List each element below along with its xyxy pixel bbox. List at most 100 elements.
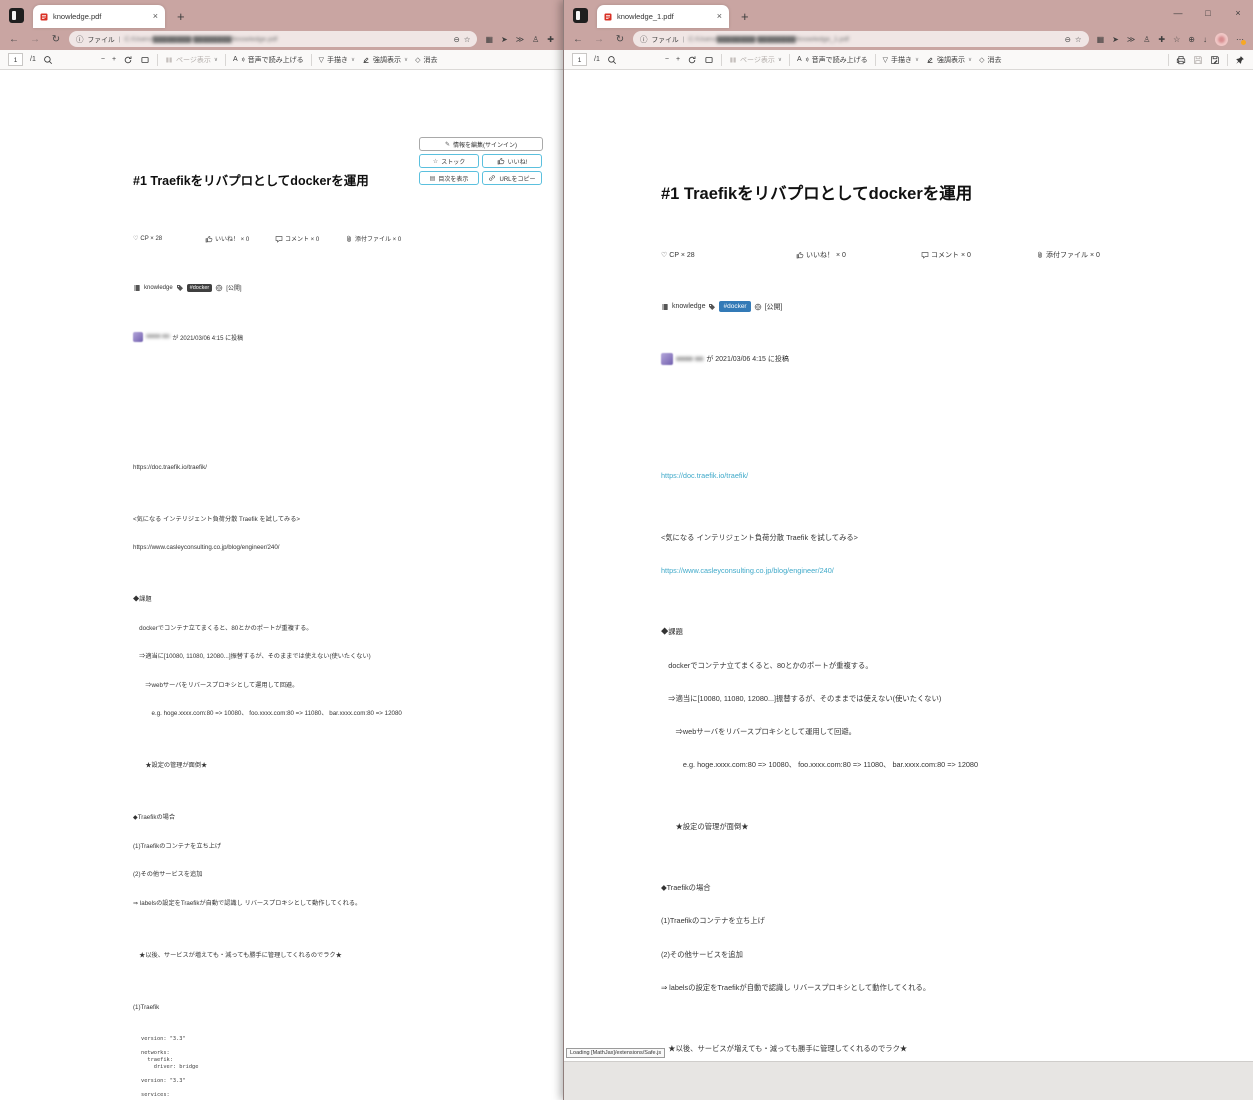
print-icon[interactable]	[1176, 55, 1186, 65]
close-button[interactable]: ×	[1223, 0, 1253, 26]
zoom-in-button[interactable]: +	[676, 56, 680, 63]
address-bar: ← → ↻ ⓘ ファイル | C:/Users/████████/███████…	[0, 28, 563, 50]
tab-knowledge-1-pdf[interactable]: knowledge_1.pdf ×	[597, 5, 729, 28]
thumb-up-icon	[497, 157, 505, 165]
zoom-out-button[interactable]: −	[101, 56, 105, 63]
more-menu-icon[interactable]: ⋯	[1236, 35, 1246, 45]
pdf-file-icon	[604, 13, 612, 21]
search-icon[interactable]	[43, 55, 53, 65]
zoom-out-button[interactable]: −	[665, 56, 669, 63]
zoom-in-button[interactable]: +	[112, 56, 116, 63]
back-button[interactable]: ←	[6, 34, 22, 45]
body-link[interactable]: https://www.casleyconsulting.co.jp/blog/…	[133, 544, 543, 552]
page-number-input[interactable]: 1	[572, 53, 587, 66]
read-aloud-button[interactable]: A 音声で読み上げる	[233, 55, 304, 65]
notebook-icon	[133, 284, 141, 292]
zoom-level-icon[interactable]: ⊖	[1065, 35, 1071, 44]
author-avatar	[661, 353, 673, 365]
pin-toolbar-icon[interactable]	[1235, 55, 1245, 65]
draw-button[interactable]: ▽ 手描き ∨	[319, 55, 355, 65]
favorite-star-icon[interactable]: ☆	[464, 35, 471, 44]
stat-attachments: 添付ファイル × 0	[1036, 250, 1161, 260]
extension-icon-plus[interactable]: ✚	[1158, 35, 1165, 44]
downloads-icon[interactable]: ↓	[1203, 35, 1207, 44]
erase-button[interactable]: ◇ 消去	[415, 55, 437, 65]
refresh-button[interactable]: ↻	[612, 34, 628, 45]
highlight-button[interactable]: 強調表示 ∨	[362, 55, 408, 65]
forward-button[interactable]: →	[27, 34, 43, 45]
tab-knowledge-pdf[interactable]: knowledge.pdf ×	[33, 5, 165, 28]
browser-window-right: knowledge_1.pdf × + — □ × ← → ↻ ⓘ ファイル |…	[563, 0, 1253, 1100]
extension-icon-pawn[interactable]: ♙	[1143, 35, 1150, 44]
like-button: いいね!	[482, 154, 542, 168]
read-aloud-button[interactable]: A 音声で読み上げる	[797, 55, 868, 65]
article-stats: ♡ CP × 28 いいね！ × 0 コメント × 0 添付ファイル × 0	[133, 234, 543, 243]
extension-icon-cursor[interactable]: ➤	[501, 35, 508, 44]
browser-window-left: knowledge.pdf × + ← → ↻ ⓘ ファイル | C:/User…	[0, 0, 563, 1100]
address-field[interactable]: ⓘ ファイル | C:/Users/████████/████████/know…	[633, 31, 1089, 47]
erase-button[interactable]: ◇ 消去	[979, 55, 1001, 65]
pdf-toolbar: 1 /1 − + ページ表示 ∨ A 音声で読み上げる ▽ 手描き ∨ 強調表示…	[564, 50, 1253, 70]
zoom-reset-icon[interactable]	[123, 55, 133, 65]
article-buttons: ✎ 情報を編集(サインイン) ☆ ストック いいね! ▤ 目次を表示 URLをコピー	[419, 137, 543, 185]
posted-date: が 2021/03/06 4:15 に投稿	[706, 356, 789, 363]
body-link[interactable]: https://doc.traefik.io/traefik/	[661, 471, 1161, 481]
search-icon[interactable]	[607, 55, 617, 65]
tag-badge[interactable]: #docker	[719, 301, 751, 312]
extension-icon-chevrons[interactable]: ≫	[1127, 35, 1135, 44]
save-as-icon[interactable]	[1210, 55, 1220, 65]
pdf-toolbar: 1 /1 − + ページ表示 ∨ A 音声で読み上げる ▽ 手描き ∨ 強調表示…	[0, 50, 563, 70]
info-icon[interactable]: ⓘ	[640, 34, 648, 45]
page-number-input[interactable]: 1	[8, 53, 23, 66]
extension-icon-grid[interactable]: ▦	[1097, 35, 1105, 44]
article-body: https://doc.traefik.io/traefik/ <気になる イン…	[133, 448, 543, 1100]
tab-title: knowledge.pdf	[53, 12, 102, 21]
stat-likes: いいね！ × 0	[796, 250, 921, 260]
minimize-button[interactable]: —	[1163, 0, 1193, 26]
page-view-icon	[165, 56, 173, 64]
body-link[interactable]: https://doc.traefik.io/traefik/	[133, 464, 543, 472]
notebook-icon	[661, 303, 669, 311]
extension-icon-grid[interactable]: ▦	[485, 35, 493, 44]
collections-icon[interactable]: ☆	[1173, 35, 1180, 44]
refresh-button[interactable]: ↻	[48, 34, 64, 45]
edit-pen-icon: ✎	[444, 141, 451, 148]
favorite-star-icon[interactable]: ☆	[1075, 35, 1082, 44]
translate-icon[interactable]: ⊕	[1188, 35, 1195, 44]
highlight-button[interactable]: 強調表示 ∨	[926, 55, 972, 65]
page-view-icon	[729, 56, 737, 64]
info-icon[interactable]: ⓘ	[76, 34, 84, 45]
extension-icon-plus[interactable]: ✚	[547, 35, 554, 44]
stat-cp: ♡ CP × 28	[133, 235, 163, 243]
new-tab-button[interactable]: +	[741, 10, 749, 23]
forward-button[interactable]: →	[591, 34, 607, 45]
extension-icon-cursor[interactable]: ➤	[1112, 35, 1119, 44]
article-author-row: ■■■■ ■■ が 2021/03/06 4:15 に投稿	[133, 332, 543, 342]
save-icon[interactable]	[1193, 55, 1203, 65]
fit-to-page-icon[interactable]	[704, 55, 714, 65]
zoom-reset-icon[interactable]	[687, 55, 697, 65]
address-bar: ← → ↻ ⓘ ファイル | C:/Users/████████/███████…	[564, 28, 1253, 50]
toc-icon: ▤	[429, 175, 436, 182]
fit-to-page-icon[interactable]	[140, 55, 150, 65]
tab-close-icon[interactable]: ×	[717, 12, 722, 21]
body-link[interactable]: https://www.casleyconsulting.co.jp/blog/…	[661, 566, 1161, 576]
tab-close-icon[interactable]: ×	[153, 12, 158, 21]
profile-avatar[interactable]	[1215, 32, 1228, 46]
page-view-button: ページ表示 ∨	[165, 55, 218, 65]
extension-icon-chevrons[interactable]: ≫	[516, 35, 524, 44]
stat-cp: ♡ CP × 28	[661, 251, 695, 260]
visibility-label: [公開]	[226, 286, 242, 292]
address-path-blurred: C:/Users/████████/████████/knowledge.pdf	[124, 35, 278, 43]
toc-button: ▤ 目次を表示	[419, 171, 479, 185]
maximize-button[interactable]: □	[1193, 0, 1223, 26]
new-tab-button[interactable]: +	[177, 10, 185, 23]
back-button[interactable]: ←	[570, 34, 586, 45]
extension-icon-pawn[interactable]: ♙	[532, 35, 539, 44]
stock-button: ☆ ストック	[419, 154, 479, 168]
draw-button[interactable]: ▽ 手描き ∨	[883, 55, 919, 65]
address-field[interactable]: ⓘ ファイル | C:/Users/████████/████████/know…	[69, 31, 478, 47]
mathjax-loading-tooltip: Loading [MathJax]/extensions/Safe.js	[566, 1048, 666, 1058]
zoom-level-icon[interactable]: ⊖	[453, 35, 459, 44]
heart-icon: ♡	[133, 236, 139, 242]
